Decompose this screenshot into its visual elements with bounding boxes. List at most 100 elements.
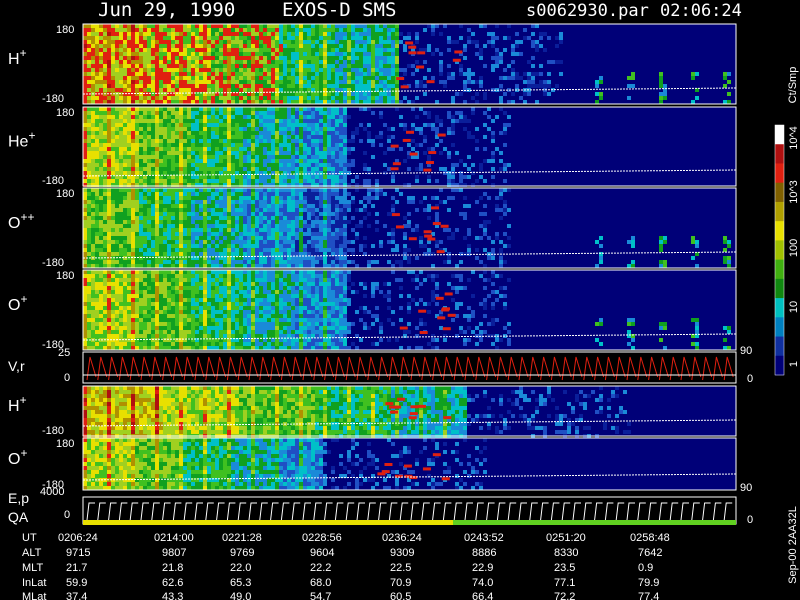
- pixel: [291, 44, 295, 48]
- pixel: [351, 139, 355, 143]
- pixel: [511, 100, 515, 104]
- pixel: [491, 139, 495, 143]
- pixel: [251, 72, 255, 76]
- pixel: [307, 167, 311, 171]
- pixel: [167, 56, 171, 60]
- pixel: [207, 96, 211, 100]
- pixel: [111, 111, 115, 115]
- pixel: [235, 44, 239, 48]
- pixel: [175, 196, 179, 200]
- pixel: [455, 111, 459, 115]
- pixel: [491, 256, 495, 260]
- pixel: [283, 76, 287, 80]
- pixel: [87, 64, 91, 68]
- pixel: [255, 88, 259, 92]
- pixel: [303, 52, 307, 56]
- pixel: [283, 32, 287, 36]
- pixel: [215, 151, 219, 155]
- pixel: [343, 212, 347, 216]
- pixel: [155, 48, 159, 52]
- pixel: [155, 248, 159, 252]
- pixel: [231, 107, 235, 111]
- pixel: [211, 252, 215, 256]
- pixel: [247, 147, 251, 151]
- pixel: [355, 48, 359, 52]
- pixel: [299, 36, 303, 40]
- pixel: [247, 68, 251, 72]
- pixel: [511, 68, 515, 72]
- pixel: [407, 196, 411, 200]
- pixel: [455, 228, 459, 232]
- pixel: [371, 76, 375, 80]
- pixel: [467, 36, 471, 40]
- pixel: [331, 139, 335, 143]
- pixel: [87, 216, 91, 220]
- pixel: [199, 159, 203, 163]
- pixel: [311, 44, 315, 48]
- pixel: [335, 92, 339, 96]
- pixel: [159, 36, 163, 40]
- pixel: [195, 200, 199, 204]
- pixel: [91, 135, 95, 139]
- pixel: [303, 188, 307, 192]
- pixel: [291, 127, 295, 131]
- pixel: [131, 127, 135, 131]
- pixel: [107, 252, 111, 256]
- pixel: [179, 80, 183, 84]
- pixel: [275, 56, 279, 60]
- pixel: [271, 200, 275, 204]
- pixel: [179, 155, 183, 159]
- pixel: [351, 76, 355, 80]
- pixel: [127, 228, 131, 232]
- pixel: [235, 208, 239, 212]
- pixel: [479, 80, 483, 84]
- pixel: [143, 232, 147, 236]
- pixel: [283, 204, 287, 208]
- pixel: [195, 24, 199, 28]
- pixel: [367, 28, 371, 32]
- pixel: [375, 212, 379, 216]
- pixel: [387, 240, 391, 244]
- pixel: [175, 72, 179, 76]
- pixel: [299, 208, 303, 212]
- pixel: [299, 84, 303, 88]
- pixel: [239, 212, 243, 216]
- pixel: [367, 224, 371, 228]
- pixel: [143, 135, 147, 139]
- pixel: [135, 167, 139, 171]
- pixel: [403, 72, 407, 76]
- pixel: [167, 119, 171, 123]
- pixel: [463, 80, 467, 84]
- pixel: [331, 32, 335, 36]
- pixel: [195, 32, 199, 36]
- pixel: [119, 36, 123, 40]
- pixel: [115, 244, 119, 248]
- pixel: [315, 127, 319, 131]
- pixel: [339, 84, 343, 88]
- pixel: [259, 64, 263, 68]
- pixel: [503, 127, 507, 131]
- pixel: [143, 264, 147, 268]
- pixel: [267, 32, 271, 36]
- pixel: [215, 48, 219, 52]
- pixel: [159, 244, 163, 248]
- pixel: [367, 139, 371, 143]
- pixel: [231, 167, 235, 171]
- pixel: [303, 127, 307, 131]
- pixel: [303, 44, 307, 48]
- pixel: [499, 107, 503, 111]
- pixel: [95, 244, 99, 248]
- pixel: [135, 232, 139, 236]
- pixel: [319, 40, 323, 44]
- pixel: [691, 72, 695, 76]
- pixel: [303, 131, 307, 135]
- pixel: [363, 96, 367, 100]
- pixel: [199, 123, 203, 127]
- pixel: [231, 240, 235, 244]
- pixel: [495, 60, 499, 64]
- pixel: [263, 147, 267, 151]
- pixel: [195, 131, 199, 135]
- pixel: [347, 56, 351, 60]
- pixel: [87, 96, 91, 100]
- pixel: [143, 48, 147, 52]
